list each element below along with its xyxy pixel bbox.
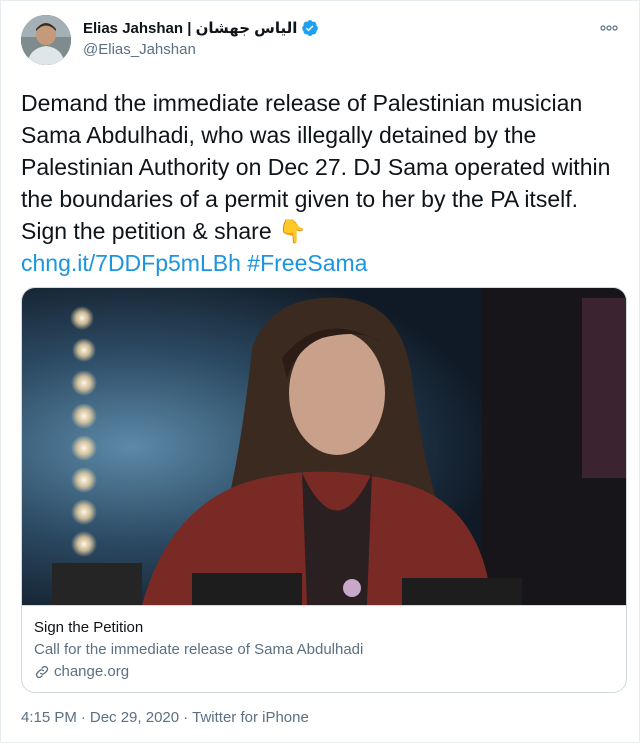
tweet-link[interactable]: chng.it/7DDFp5mLBh	[21, 250, 241, 276]
card-title: Sign the Petition	[34, 619, 144, 636]
card-meta: Sign the Petition Call for the immediate…	[22, 605, 626, 692]
tweet-time[interactable]: 4:15 PM	[21, 709, 77, 726]
link-icon	[35, 665, 49, 679]
hashtag-link[interactable]: #FreeSama	[247, 250, 367, 276]
link-preview-card[interactable]: Sign the Petition Call for the immediate…	[21, 287, 627, 693]
card-domain-row: change.org	[34, 662, 616, 682]
display-name[interactable]: Elias Jahshan | الياس جهشان	[83, 19, 297, 37]
card-domain: change.org	[54, 663, 130, 680]
avatar[interactable]	[21, 15, 71, 65]
pointing-down-emoji: 👇	[278, 218, 307, 244]
card-description: Call for the immediate release of Sama A…	[34, 641, 364, 658]
handle[interactable]: @Elias_Jahshan	[83, 41, 319, 58]
verified-badge-icon	[302, 20, 319, 36]
footer-separator-2: ·	[183, 709, 189, 726]
tweet-text: Demand the immediate release of Palestin…	[21, 87, 625, 279]
tweet-source[interactable]: Twitter for iPhone	[192, 709, 309, 726]
more-options-icon[interactable]	[597, 19, 621, 37]
author-names: Elias Jahshan | الياس جهشان @Elias_Jahsh…	[83, 17, 319, 58]
avatar-image	[21, 15, 71, 65]
tweet-date[interactable]: Dec 29, 2020	[90, 709, 179, 726]
tweet-header: Elias Jahshan | الياس جهشان @Elias_Jahsh…	[21, 15, 621, 65]
card-image	[22, 288, 626, 605]
footer-separator: ·	[80, 709, 86, 726]
tweet: Elias Jahshan | الياس جهشان @Elias_Jahsh…	[0, 0, 640, 743]
tweet-text-content: Demand the immediate release of Palestin…	[21, 90, 611, 244]
tweet-footer: 4:15 PM · Dec 29, 2020 · Twitter for iPh…	[21, 709, 309, 726]
